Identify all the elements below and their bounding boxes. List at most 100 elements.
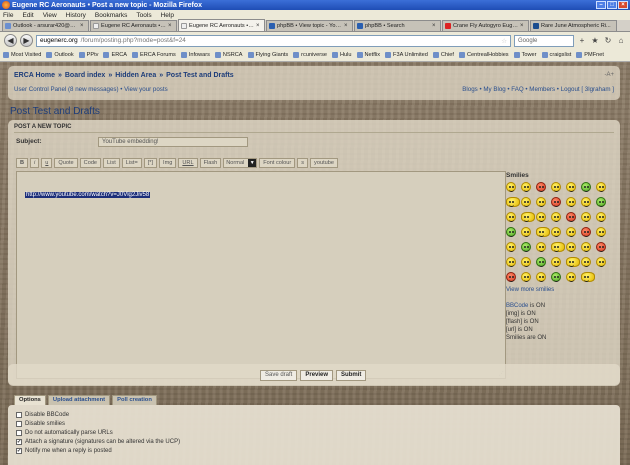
smiley-icon[interactable] bbox=[506, 182, 516, 192]
smiley-icon[interactable] bbox=[506, 197, 520, 207]
bookmark-item[interactable]: Hulu bbox=[331, 52, 352, 58]
bookmark-icon[interactable]: ★ bbox=[590, 36, 600, 45]
smiley-icon[interactable] bbox=[581, 212, 591, 222]
close-icon[interactable]: × bbox=[344, 23, 350, 29]
smiley-icon[interactable] bbox=[596, 212, 606, 222]
bookmark-star-icon[interactable]: ☆ bbox=[501, 37, 507, 45]
home-icon[interactable]: ⌂ bbox=[616, 36, 626, 45]
tab-phpbb-youtube[interactable]: phpBB • View topic - YouT... × bbox=[266, 20, 353, 31]
bookmark-item[interactable]: CentrealHobbies bbox=[458, 52, 509, 58]
bookmark-item[interactable]: Infowars bbox=[180, 52, 210, 58]
italic-button[interactable]: i bbox=[30, 158, 40, 168]
tab-erca-active[interactable]: Eugene RC Aeronauts • P... × bbox=[178, 19, 265, 31]
crumb-erca-home[interactable]: ERCA Home bbox=[14, 72, 55, 79]
smiley-icon[interactable] bbox=[536, 197, 546, 207]
search-input[interactable]: Google bbox=[514, 34, 574, 47]
crumb-board-index[interactable]: Board index bbox=[65, 72, 105, 79]
smiley-icon[interactable] bbox=[566, 182, 576, 192]
menu-history[interactable]: History bbox=[66, 12, 86, 19]
tab-upload-attachment[interactable]: Upload attachment bbox=[47, 395, 111, 405]
subject-input[interactable]: YouTube embedding! bbox=[98, 137, 248, 147]
url-bar[interactable]: eugenerc.org/forum/posting.php?mode=post… bbox=[36, 34, 511, 47]
menu-view[interactable]: View bbox=[43, 12, 57, 19]
smiley-icon[interactable] bbox=[506, 242, 516, 252]
smiley-icon[interactable] bbox=[596, 197, 606, 207]
bookmark-item[interactable]: PPtv bbox=[78, 52, 98, 58]
code-button[interactable]: Code bbox=[79, 158, 102, 168]
bookmark-item[interactable]: ERCA Forums bbox=[132, 52, 176, 58]
close-icon[interactable]: × bbox=[80, 23, 86, 29]
list-item-button[interactable]: [*] bbox=[143, 158, 158, 168]
smiley-icon[interactable] bbox=[596, 242, 606, 252]
font-size-select[interactable]: Normal ▼ bbox=[223, 158, 258, 168]
font-colour-button[interactable]: Font colour bbox=[259, 158, 296, 168]
smiley-icon[interactable] bbox=[536, 227, 550, 237]
smiley-icon[interactable] bbox=[521, 197, 531, 207]
crumb-hidden-area[interactable]: Hidden Area bbox=[115, 72, 156, 79]
option-checkbox[interactable]: ✔ bbox=[16, 438, 22, 445]
smiley-icon[interactable] bbox=[581, 272, 595, 282]
option-checkbox[interactable]: ✔ bbox=[16, 447, 22, 454]
submit-button[interactable]: Submit bbox=[336, 370, 367, 381]
smiley-icon[interactable] bbox=[566, 227, 576, 237]
smiley-icon[interactable] bbox=[521, 272, 531, 282]
bookmark-item[interactable]: Flying Giants bbox=[247, 52, 288, 58]
reload-icon[interactable]: ↻ bbox=[603, 36, 613, 45]
back-button[interactable]: ◀ bbox=[4, 34, 17, 47]
youtube-button[interactable]: youtube bbox=[310, 158, 338, 168]
smiley-icon[interactable] bbox=[581, 197, 591, 207]
close-icon[interactable]: × bbox=[520, 23, 526, 29]
menu-tools[interactable]: Tools bbox=[136, 12, 151, 19]
bookmark-item[interactable]: Most Visited bbox=[3, 52, 41, 58]
view-more-smilies-link[interactable]: View more smilies bbox=[506, 287, 616, 293]
tab-erca-1[interactable]: Eugene RC Aeronauts • P... × bbox=[90, 20, 177, 31]
maximize-button[interactable]: □ bbox=[607, 1, 617, 9]
smiley-icon[interactable] bbox=[581, 242, 591, 252]
smiley-icon[interactable] bbox=[506, 227, 516, 237]
smiley-icon[interactable] bbox=[521, 227, 531, 237]
smiley-icon[interactable] bbox=[536, 212, 546, 222]
bookmark-item[interactable]: ERCA bbox=[103, 52, 127, 58]
bookmark-item[interactable]: Chief bbox=[432, 52, 454, 58]
menu-file[interactable]: File bbox=[3, 12, 13, 19]
smiley-icon[interactable] bbox=[521, 242, 531, 252]
crumb-post-test[interactable]: Post Test and Drafts bbox=[166, 72, 234, 79]
smiley-icon[interactable] bbox=[506, 257, 516, 267]
smiley-icon[interactable] bbox=[536, 182, 546, 192]
smiley-icon[interactable] bbox=[521, 212, 535, 222]
preview-button[interactable]: Preview bbox=[300, 370, 334, 381]
smiley-icon[interactable] bbox=[506, 212, 516, 222]
bookmark-item[interactable]: craigslist bbox=[541, 52, 571, 58]
smiley-icon[interactable] bbox=[536, 272, 546, 282]
smiley-icon[interactable] bbox=[536, 257, 546, 267]
option-checkbox[interactable] bbox=[16, 420, 22, 427]
bookmark-item[interactable]: PMFnet bbox=[576, 52, 604, 58]
menu-bookmarks[interactable]: Bookmarks bbox=[95, 12, 128, 19]
bookmark-item[interactable]: Netflix bbox=[356, 52, 380, 58]
smiley-icon[interactable] bbox=[566, 257, 580, 267]
option-checkbox[interactable] bbox=[16, 411, 22, 418]
underline-button[interactable]: u bbox=[41, 158, 53, 168]
smiley-icon[interactable] bbox=[596, 182, 606, 192]
minimize-button[interactable]: – bbox=[596, 1, 606, 9]
font-size-icon[interactable]: -A+ bbox=[604, 72, 614, 78]
bookmark-item[interactable]: NSRCA bbox=[214, 52, 243, 58]
smiley-icon[interactable] bbox=[566, 212, 576, 222]
close-icon[interactable]: × bbox=[168, 23, 174, 29]
bookmark-item[interactable]: rcuniverse bbox=[293, 52, 327, 58]
list-button[interactable]: List bbox=[103, 158, 120, 168]
smiley-icon[interactable] bbox=[551, 197, 561, 207]
close-icon[interactable]: × bbox=[256, 23, 262, 29]
flash-button[interactable]: Flash bbox=[199, 158, 222, 168]
ordered-list-button[interactable]: List= bbox=[121, 158, 142, 168]
save-draft-button[interactable]: Save draft bbox=[260, 370, 298, 381]
smiley-icon[interactable] bbox=[551, 242, 565, 252]
tab-poll-creation[interactable]: Poll creation bbox=[112, 395, 157, 405]
page-title[interactable]: Post Test and Drafts bbox=[10, 106, 100, 117]
smiley-icon[interactable] bbox=[506, 272, 516, 282]
smiley-icon[interactable] bbox=[551, 212, 561, 222]
smiley-icon[interactable] bbox=[566, 197, 576, 207]
img-button[interactable]: Img bbox=[159, 158, 177, 168]
tab-phpbb-search[interactable]: phpBB • Search × bbox=[354, 20, 441, 31]
tab-options[interactable]: Options bbox=[14, 395, 46, 405]
